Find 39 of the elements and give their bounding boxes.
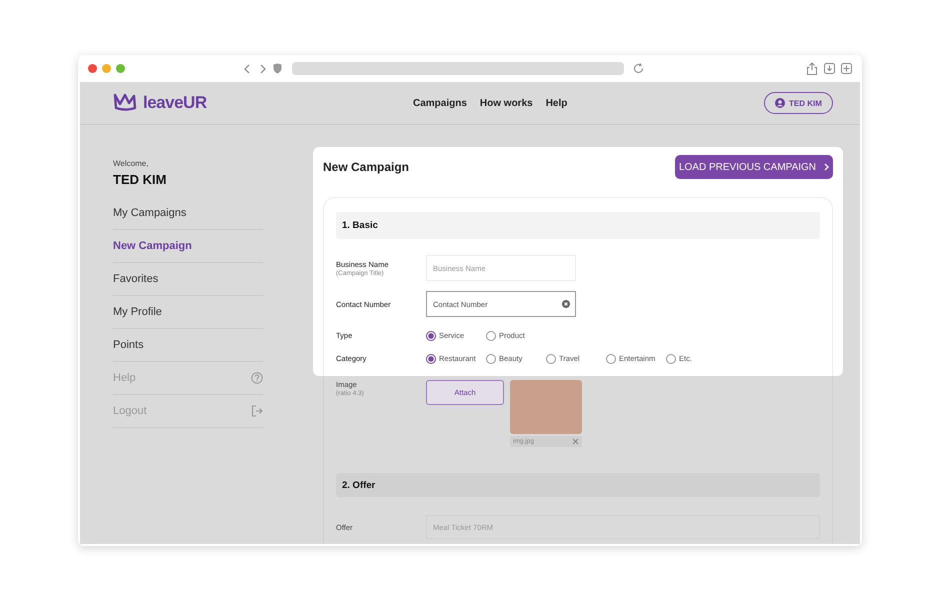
welcome-text: Welcome,	[113, 159, 150, 168]
minimize-icon[interactable]	[102, 64, 111, 73]
sidebar-item[interactable]: New Campaign	[113, 230, 263, 263]
radio-button[interactable]	[666, 354, 676, 364]
share-icon[interactable]	[806, 62, 818, 75]
radio-button[interactable]	[426, 354, 436, 364]
nav-link[interactable]: How works	[480, 98, 533, 108]
logout-icon	[251, 405, 263, 417]
section-header: 1. Basic	[336, 212, 820, 239]
download-icon[interactable]	[824, 63, 835, 74]
reload-icon[interactable]	[633, 63, 644, 74]
page-title: New Campaign	[323, 160, 410, 174]
close-icon[interactable]	[572, 438, 579, 445]
sidebar-item[interactable]: Points	[113, 329, 263, 362]
user-name: TED KIM	[113, 172, 168, 187]
chevron-icon	[824, 163, 830, 171]
sidebar-item[interactable]: Favorites	[113, 263, 263, 296]
sidebar-item[interactable]: My Profile	[113, 296, 263, 329]
radio-button[interactable]	[426, 330, 436, 340]
photo-placeholder	[510, 380, 582, 434]
shield-icon[interactable]	[273, 63, 282, 74]
clear-icon[interactable]	[562, 300, 570, 308]
sidebar-item[interactable]: My Campaigns	[113, 197, 263, 230]
help-icon	[251, 372, 263, 384]
load-previous-button[interactable]: LOAD PREVIOUS CAMPAIGN	[675, 155, 833, 179]
radio-button[interactable]	[546, 354, 556, 364]
radio-button[interactable]	[606, 354, 616, 364]
user-icon	[775, 98, 786, 108]
maximize-icon[interactable]	[116, 64, 125, 73]
nav-link[interactable]: Campaigns	[413, 98, 467, 108]
section-header: 2. Offer	[336, 473, 820, 497]
radio-button[interactable]	[486, 354, 496, 364]
close-icon[interactable]	[88, 64, 97, 73]
new-tab-icon[interactable]	[841, 63, 852, 74]
radio-button[interactable]	[486, 330, 496, 340]
back-forward-icon[interactable]	[243, 64, 267, 74]
nav-link[interactable]: Help	[546, 98, 568, 108]
logo-text[interactable]: leaveUR	[143, 93, 207, 113]
user-button[interactable]: TED KIM	[764, 92, 833, 114]
